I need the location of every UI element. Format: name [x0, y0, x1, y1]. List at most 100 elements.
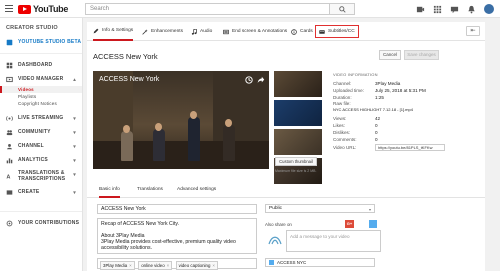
uploaded-value: July 25, 2018 at 5:31 PM: [375, 88, 426, 93]
tab-translations[interactable]: Translations: [137, 182, 163, 198]
info-key: Views:: [333, 116, 347, 121]
save-changes-button[interactable]: Save changes: [404, 50, 439, 60]
sidebar-item-dashboard[interactable]: DASHBOARD: [0, 58, 82, 72]
video-frame: [93, 71, 269, 169]
sidebar-sub-videos[interactable]: Videos: [0, 86, 82, 93]
tab-audio[interactable]: Audio: [191, 22, 212, 41]
remove-tag-icon[interactable]: ×: [167, 263, 170, 268]
sidebar-sub-playlists[interactable]: Playlists: [0, 93, 82, 100]
thumbnail-note: Maximum file size is 2 MB.: [275, 169, 317, 173]
share-message-input[interactable]: Add a message to your video: [286, 230, 381, 252]
back-button[interactable]: ⇤: [466, 26, 480, 36]
menu-icon[interactable]: [5, 5, 13, 12]
tab-label: Info & Settings: [102, 28, 134, 33]
thumbnail-option[interactable]: [274, 100, 322, 126]
google-plus-icon[interactable]: G+: [345, 220, 354, 228]
share-icon[interactable]: [257, 76, 265, 84]
tag-chip[interactable]: 3Play Media ×: [100, 261, 135, 270]
tag-chip[interactable]: online video ×: [138, 261, 173, 270]
tab-enhancements[interactable]: Enhancements: [142, 22, 183, 41]
apps-icon[interactable]: [433, 5, 442, 14]
thumbnail-text: ACCESS: [279, 96, 296, 101]
edit-tabs: Info & Settings Enhancements Audio End s…: [87, 22, 485, 41]
info-key: Uploaded time:: [333, 88, 364, 93]
chevron-down-icon: ▾: [73, 172, 76, 178]
dashboard-icon: [6, 62, 13, 68]
video-url-field[interactable]: https://youtu.be/81PLS_tKFKw: [375, 144, 445, 151]
twitter-icon: [269, 260, 274, 266]
tags-field[interactable]: 3Play Media × online video × video caption…: [97, 258, 257, 270]
sidebar-item-studio-beta[interactable]: YOUTUBE STUDIO BETA: [0, 35, 82, 49]
notifications-icon[interactable]: [467, 5, 476, 14]
privacy-select[interactable]: Public ▾: [265, 204, 375, 213]
sidebar-item-video-manager[interactable]: VIDEO MANAGER ▴: [0, 72, 82, 86]
likes-value: 0: [375, 123, 378, 128]
tab-basic-info[interactable]: Basic info: [99, 182, 120, 198]
sidebar-item-label: CREATE: [18, 189, 40, 195]
tab-label: Enhancements: [151, 29, 183, 34]
channel-avatar-icon: [268, 236, 282, 245]
basic-tabs: Basic info Translations Advanced setting…: [87, 182, 485, 198]
sidebar-item-create[interactable]: CREATE ▾: [0, 185, 82, 199]
chevron-down-icon: ▾: [368, 207, 371, 212]
tag-chip[interactable]: video captioning ×: [175, 261, 218, 270]
dislikes-value: 0: [375, 130, 378, 135]
search-icon: [339, 6, 346, 13]
twitter-icon[interactable]: [369, 220, 377, 228]
remove-tag-icon[interactable]: ×: [129, 263, 132, 268]
thumbnail-option[interactable]: [274, 129, 322, 155]
sidebar-item-label: YOUR CONTRIBUTIONS: [18, 220, 80, 226]
sidebar-item-live-streaming[interactable]: LIVE STREAMING ▾: [0, 111, 82, 125]
info-key: Likes:: [333, 123, 346, 128]
account-avatar[interactable]: [484, 4, 494, 14]
video-player[interactable]: ACCESS New York: [93, 71, 269, 169]
sidebar-sub-copyright[interactable]: Copyright Notices: [0, 100, 82, 107]
video-title: ACCESS New York: [93, 52, 158, 61]
chevron-down-icon: ▾: [73, 130, 76, 136]
youtube-play-icon: [18, 4, 31, 14]
sidebar-item-label: ANALYTICS: [18, 157, 48, 163]
tab-end-screen[interactable]: End screen & Annotations: [223, 22, 287, 41]
title-field[interactable]: ACCESS New York: [97, 204, 257, 214]
youtube-logo[interactable]: YouTube: [18, 4, 68, 14]
search-button[interactable]: [330, 3, 355, 15]
tab-cards[interactable]: Cards: [291, 22, 313, 41]
channel-value: 3Play Media: [375, 81, 401, 86]
main-panel: Info & Settings Enhancements Audio End s…: [87, 22, 485, 271]
info-key: Dislikes:: [333, 130, 351, 135]
views-value: 42: [375, 116, 381, 121]
sidebar-item-label: DASHBOARD: [18, 62, 53, 68]
watch-later-icon[interactable]: [245, 76, 253, 84]
duration-value: 1:25: [375, 95, 384, 100]
tab-advanced-settings[interactable]: Advanced settings: [177, 182, 216, 198]
music-note-icon: [191, 28, 197, 35]
tab-label: End screen & Annotations: [232, 29, 288, 34]
info-key: Raw file:: [333, 101, 351, 106]
info-icon: [291, 28, 297, 35]
sidebar-item-channel[interactable]: CHANNEL ▾: [0, 139, 82, 153]
sidebar-item-community[interactable]: COMMUNITY ▾: [0, 125, 82, 139]
sidebar-item-analytics[interactable]: ANALYTICS ▾: [0, 153, 82, 167]
tab-subtitles-cc[interactable]: Subtitles/CC: [315, 25, 359, 38]
svg-text:A: A: [6, 174, 10, 179]
cancel-button[interactable]: Cancel: [379, 50, 401, 60]
info-key: Video URL:: [333, 145, 357, 150]
custom-thumbnail-button[interactable]: Custom thumbnail: [275, 157, 317, 166]
remove-tag-icon[interactable]: ×: [212, 263, 215, 268]
sidebar-item-translations[interactable]: A TRANSLATIONS & TRANSCRIPTIONS ▾: [0, 167, 82, 185]
chevron-up-icon: ▴: [73, 77, 76, 83]
chevron-down-icon: ▾: [73, 116, 76, 122]
description-field[interactable]: Recap of ACCESS New York City. About 3Pl…: [97, 218, 257, 254]
upload-video-icon[interactable]: [416, 5, 425, 14]
create-icon: [6, 189, 13, 195]
messages-icon[interactable]: [450, 5, 459, 14]
sidebar-item-contributions[interactable]: YOUR CONTRIBUTIONS: [0, 216, 82, 230]
thumbnail-option[interactable]: [274, 71, 322, 97]
channel-share-target[interactable]: ACCESS NYC: [265, 258, 375, 267]
search-input[interactable]: Search: [85, 3, 330, 15]
sidebar-title: CREATOR STUDIO: [6, 25, 58, 31]
tab-info-settings[interactable]: Info & Settings: [93, 22, 134, 41]
contributions-icon: [6, 220, 13, 226]
privacy-value: Public: [269, 206, 283, 211]
chevron-down-icon: ▾: [73, 190, 76, 196]
